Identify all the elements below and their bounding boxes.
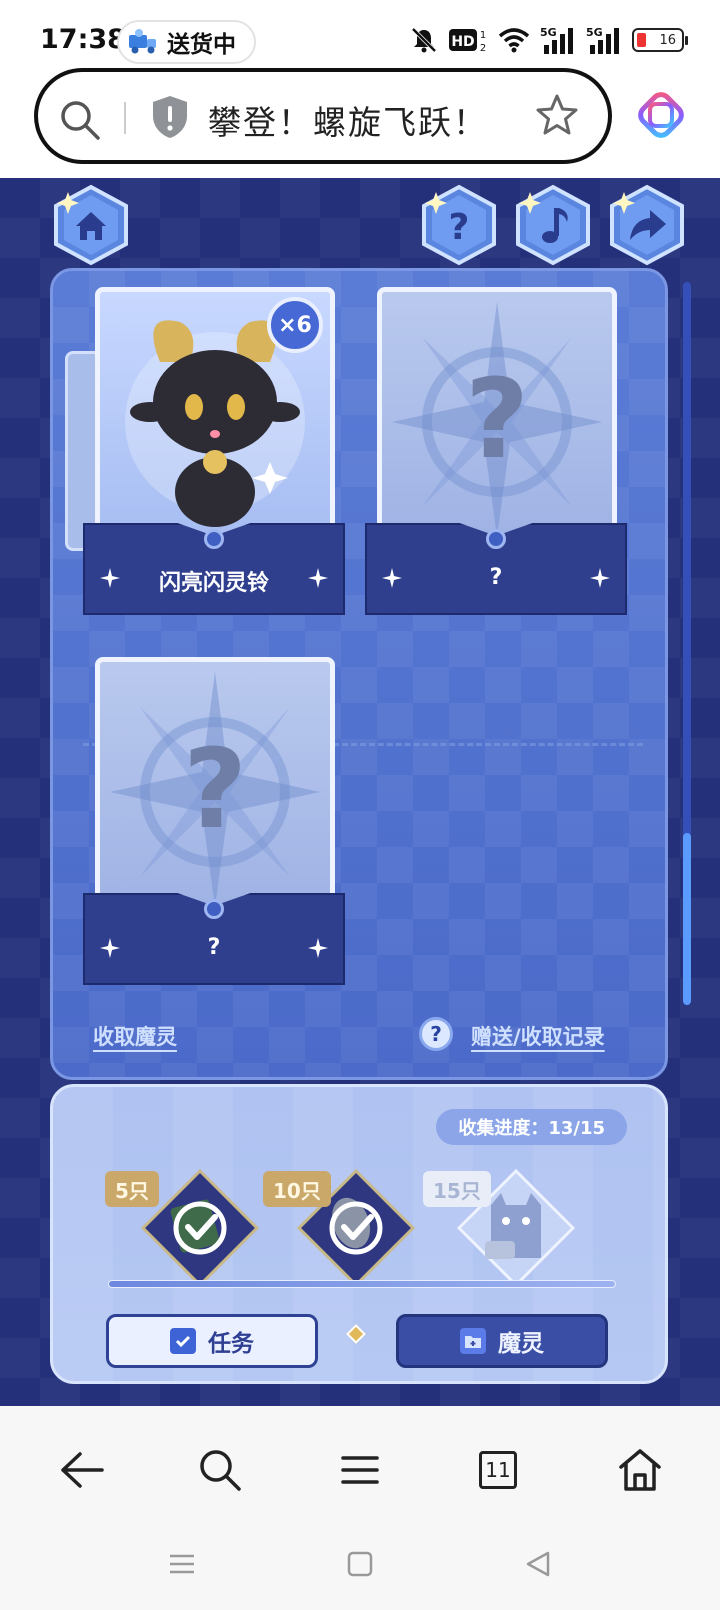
svg-text:HD: HD (451, 34, 474, 50)
search-icon[interactable] (58, 98, 102, 142)
card-banner-dot (204, 899, 224, 919)
game-area: ? ×6 闪亮闪灵铃 ? ? ? ? 收取魔灵 ? 赠送/收取记录 收集进度：1… (0, 178, 720, 1406)
card-banner-dot (204, 529, 224, 549)
sparkle-icon (308, 568, 328, 588)
home-button[interactable] (612, 1442, 668, 1498)
gift-records-link[interactable]: 赠送/收取记录 (471, 1021, 605, 1051)
mute-bell-icon (411, 27, 437, 53)
locked-spirit-card[interactable]: ? ? (365, 287, 627, 621)
card-art-frame: ? (95, 657, 335, 917)
card-banner-dot (486, 529, 506, 549)
home-icon (54, 184, 128, 266)
spirit-cards-panel: ×6 闪亮闪灵铃 ? ? ? ? 收取魔灵 ? 赠送/收取记录 (50, 268, 668, 1080)
home-button[interactable] (50, 184, 132, 266)
share-button[interactable] (606, 184, 688, 266)
progress-node (346, 1324, 366, 1344)
5g-signal-icon-2: 5G (586, 26, 619, 54)
help-circle-icon[interactable]: ? (419, 1017, 453, 1051)
tabs-icon: 11 (479, 1451, 517, 1489)
locked-card-image: ? (392, 302, 602, 537)
back-triangle-icon[interactable] (524, 1550, 552, 1578)
back-arrow-icon (61, 1452, 104, 1488)
locked-spirit-card[interactable]: ? ? (83, 657, 345, 991)
task-tab-label: 任务 (208, 1331, 254, 1357)
status-bar: 17:38 送货中 HD 1 2 5G 5G 16 (0, 0, 720, 66)
share-icon (610, 184, 684, 266)
sparkle-icon (590, 568, 610, 588)
sparkle-icon (308, 938, 328, 958)
music-button[interactable] (512, 184, 594, 266)
tabs-button[interactable]: 11 (470, 1442, 526, 1498)
svg-text:5G: 5G (540, 26, 557, 39)
battery-icon: 16 (632, 28, 688, 52)
browser-toolbar: 攀登！螺旋飞跃！ (0, 66, 720, 178)
task-icon (170, 1328, 196, 1354)
home-icon (619, 1449, 661, 1491)
back-button[interactable] (54, 1442, 110, 1498)
help-icon: ? (422, 184, 496, 266)
help-button[interactable]: ? (418, 184, 500, 266)
music-icon (516, 184, 590, 266)
delivery-status-text: 送货中 (167, 32, 236, 58)
menu-icon (341, 1456, 379, 1484)
delivery-status-pill[interactable]: 送货中 (117, 20, 256, 64)
milestone-tag: 10只 (263, 1171, 331, 1207)
hd-icon: HD 1 2 (449, 29, 486, 54)
svg-text:2: 2 (480, 43, 486, 54)
wifi-icon (498, 28, 530, 53)
system-nav-bar (0, 1530, 720, 1610)
collection-progress-label: 收集进度：13/15 (436, 1109, 627, 1145)
milestone-tag: 15只 (423, 1171, 491, 1207)
svg-text:?: ? (449, 207, 470, 248)
status-time: 17:38 (40, 24, 126, 55)
star-icon[interactable] (534, 92, 580, 138)
milestone-tag: 5只 (105, 1171, 159, 1207)
status-icons: HD 1 2 5G 5G 16 (410, 24, 688, 56)
card-count-badge: ×6 (267, 297, 323, 353)
svg-text:1: 1 (480, 30, 486, 41)
card-name: ? (489, 565, 503, 590)
spirit-tab-label: 魔灵 (498, 1331, 544, 1357)
address-divider (124, 102, 126, 134)
spirit-tab-button[interactable]: 魔灵 (396, 1314, 608, 1368)
home-square-icon[interactable] (346, 1550, 374, 1578)
card-art-frame: ? (377, 287, 617, 547)
collect-spirit-link[interactable]: 收取魔灵 (93, 1021, 177, 1051)
svg-text:?: ? (465, 355, 529, 483)
svg-text:?: ? (183, 725, 247, 853)
collection-progress-bar (108, 1280, 616, 1288)
browser-bottom-nav: 11 (0, 1406, 720, 1530)
scrollbar-thumb[interactable] (683, 833, 691, 1005)
card-name: ? (207, 935, 221, 960)
app-logo-icon[interactable] (638, 92, 684, 138)
locked-card-image: ? (110, 672, 320, 907)
spirit-card[interactable]: ×6 闪亮闪灵铃 (83, 287, 345, 621)
recent-apps-icon[interactable] (168, 1550, 196, 1578)
delivery-truck-icon (129, 29, 156, 54)
page-title[interactable]: 攀登！螺旋飞跃！ (208, 96, 488, 144)
5g-signal-icon: 5G (540, 26, 573, 54)
shield-icon[interactable] (150, 94, 190, 140)
svg-text:5G: 5G (586, 26, 603, 39)
menu-button[interactable] (332, 1442, 388, 1498)
search-button[interactable] (192, 1442, 248, 1498)
address-bar[interactable]: 攀登！螺旋飞跃！ (34, 68, 612, 164)
card-name: 闪亮闪灵铃 (158, 571, 269, 596)
folder-add-icon (460, 1328, 486, 1354)
task-tab-button[interactable]: 任务 (106, 1314, 318, 1368)
search-icon (200, 1450, 241, 1491)
